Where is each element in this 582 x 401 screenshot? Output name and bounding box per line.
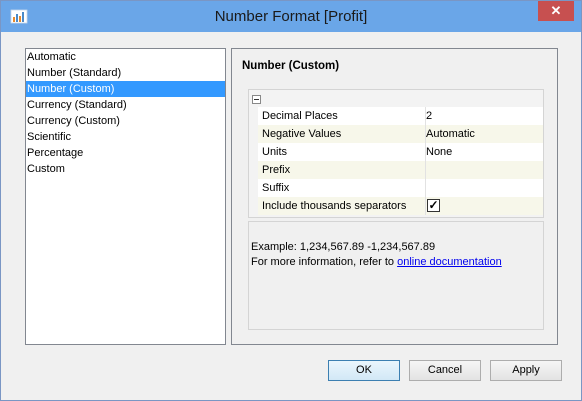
dialog-window: Number Format [Profit] ✕ Automatic Numbe… (0, 0, 582, 401)
property-row-negative-values[interactable]: Negative Values Automatic (258, 125, 543, 143)
property-name: Prefix (258, 161, 425, 179)
thousands-separators-cell: ✓ (425, 197, 543, 215)
property-row-units[interactable]: Units None (258, 143, 543, 161)
property-name: Negative Values (258, 125, 425, 143)
dialog-body: Automatic Number (Standard) Number (Cust… (8, 32, 574, 394)
format-type-list[interactable]: Automatic Number (Standard) Number (Cust… (25, 48, 226, 345)
example-area: Example: 1,234,567.89 -1,234,567.89 For … (248, 221, 544, 330)
list-item-number-custom[interactable]: Number (Custom) (26, 81, 225, 97)
property-grid: Decimal Places 2 Negative Values Automat… (248, 89, 544, 218)
close-icon: ✕ (550, 3, 562, 18)
example-text: Example: 1,234,567.89 -1,234,567.89 (251, 241, 436, 253)
thousands-separators-checkbox[interactable]: ✓ (427, 199, 440, 212)
decimal-places-field[interactable]: 2 (425, 107, 543, 125)
property-row-prefix[interactable]: Prefix (258, 161, 543, 179)
property-name: Include thousands separators (258, 197, 425, 215)
list-item-currency-custom[interactable]: Currency (Custom) (26, 113, 225, 129)
list-item-percentage[interactable]: Percentage (26, 145, 225, 161)
suffix-field[interactable] (425, 179, 543, 197)
property-name: Units (258, 143, 425, 161)
info-text: For more information, refer to online do… (251, 256, 502, 268)
property-row-suffix[interactable]: Suffix (258, 179, 543, 197)
list-item-number-standard[interactable]: Number (Standard) (26, 65, 225, 81)
online-documentation-link[interactable]: online documentation (397, 256, 502, 268)
panel-title: Number (Custom) (242, 60, 340, 72)
property-row-thousands-separators[interactable]: Include thousands separators ✓ (258, 197, 543, 215)
list-item-custom[interactable]: Custom (26, 161, 225, 177)
window-title: Number Format [Profit] (214, 8, 368, 25)
property-name: Suffix (258, 179, 425, 197)
ok-button[interactable]: OK (328, 360, 400, 381)
collapse-icon[interactable] (252, 95, 261, 104)
close-button[interactable]: ✕ (538, 1, 574, 21)
list-item-scientific[interactable]: Scientific (26, 129, 225, 145)
info-label: For more information, refer to (251, 256, 398, 268)
apply-button[interactable]: Apply (490, 360, 562, 381)
negative-values-field[interactable]: Automatic (425, 125, 543, 143)
list-item-currency-standard[interactable]: Currency (Standard) (26, 97, 225, 113)
property-row-decimal-places[interactable]: Decimal Places 2 (258, 107, 543, 125)
prefix-field[interactable] (425, 161, 543, 179)
format-settings-panel: Number (Custom) Decimal Places 2 Negativ… (231, 48, 558, 345)
units-field[interactable]: None (425, 143, 543, 161)
property-name: Decimal Places (258, 107, 425, 125)
list-item-automatic[interactable]: Automatic (26, 49, 225, 65)
title-bar[interactable]: Number Format [Profit] ✕ (1, 1, 581, 32)
cancel-button[interactable]: Cancel (409, 360, 481, 381)
